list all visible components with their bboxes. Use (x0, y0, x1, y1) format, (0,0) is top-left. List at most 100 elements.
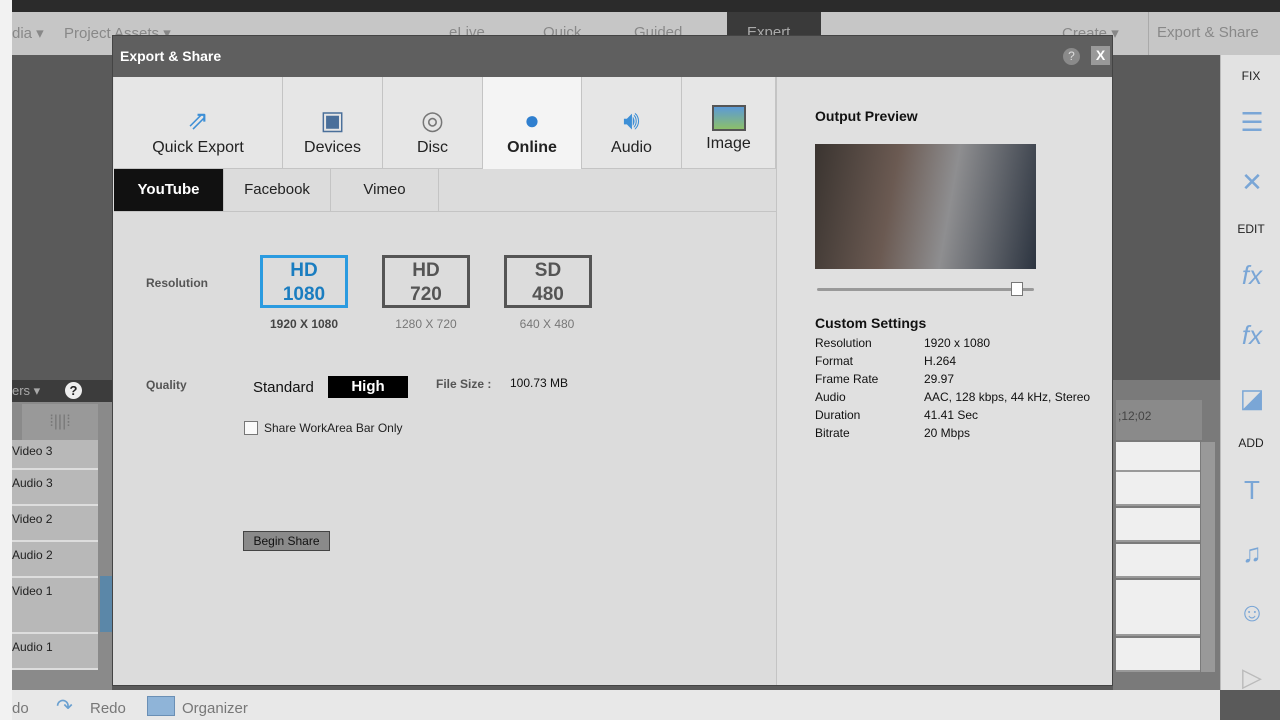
setting-value: 41.41 Sec (924, 408, 979, 422)
quality-high[interactable]: High (328, 376, 408, 398)
preview-video (815, 144, 1036, 269)
top-bar (0, 0, 1280, 12)
tab-disc[interactable]: ◎ Disc (383, 77, 483, 169)
quick-export-icon: ⇗ (187, 105, 209, 135)
setting-value: 1920 x 1080 (924, 336, 991, 350)
globe-icon: ● (524, 105, 540, 135)
tab-online[interactable]: ● Online (483, 77, 582, 169)
track-row (1116, 544, 1200, 578)
output-panel: Output Preview Custom Settings Resolutio… (776, 77, 1112, 685)
track-row (1116, 472, 1200, 506)
res-top: HD (412, 260, 440, 281)
track-audio-2[interactable]: Audio 2 (12, 542, 98, 578)
res-bottom: 1080 (282, 284, 326, 305)
res-top: HD (290, 260, 318, 281)
adjust-icon[interactable]: ☰ (1237, 107, 1267, 137)
track-video-1[interactable]: Video 1 (12, 578, 98, 634)
dialog-title: Export & Share (113, 36, 1112, 77)
help-icon[interactable]: ? (65, 382, 82, 399)
applied-effects-icon[interactable]: fx (1237, 320, 1267, 350)
setting-row: Bitrate 20 Mbps (815, 426, 970, 440)
vertical-scrollbar[interactable] (1201, 442, 1215, 672)
setting-value: AAC, 128 kbps, 44 kHz, Stereo (924, 390, 1091, 404)
track-row (1116, 442, 1200, 472)
timeline-tracks: ers ▾ ? ⁞|||⁞ Video 3 Audio 3 Video 2 Au… (12, 380, 112, 690)
res-bottom: 720 (410, 284, 442, 305)
resolution-sd480[interactable]: SD 480 (504, 255, 592, 308)
bottom-bar: do ↷ Redo Organizer (12, 690, 1220, 720)
undo-button[interactable]: do (12, 700, 29, 717)
edit-label: EDIT (1237, 222, 1265, 236)
scrubber-handle[interactable] (1010, 282, 1023, 296)
organizer-icon[interactable] (147, 696, 175, 716)
divider (439, 211, 776, 212)
timeline-menu[interactable]: ers ▾ (12, 383, 40, 398)
track-video-2[interactable]: Video 2 (12, 506, 98, 542)
timeline-right: ;12;02 (1113, 380, 1220, 690)
subtab-youtube[interactable]: YouTube (114, 169, 224, 212)
graphics-icon[interactable]: ☺ (1237, 597, 1267, 627)
resolution-label: Resolution (146, 276, 208, 290)
tab-audio[interactable]: 🔊︎ Audio (582, 77, 682, 169)
setting-key: Bitrate (815, 426, 850, 440)
setting-key: Frame Rate (815, 372, 879, 386)
workarea-label: Share WorkArea Bar Only (264, 421, 403, 435)
left-edge (0, 0, 12, 720)
track-audio-1[interactable]: Audio 1 (12, 634, 98, 670)
file-size-label: File Size : (436, 377, 492, 391)
timecode: ;12;02 (1116, 400, 1202, 440)
devices-icon: ▣ (320, 105, 345, 135)
quality-label: Quality (146, 378, 187, 392)
resolution-hd1080[interactable]: HD 1080 (260, 255, 348, 308)
track-row (1116, 508, 1200, 542)
quality-standard[interactable]: Standard (253, 379, 314, 396)
export-share-dialog: Export & Share ? X ⇗ Quick Export ▣ Device… (112, 35, 1113, 686)
redo-button[interactable]: Redo (90, 700, 126, 717)
output-preview-title: Output Preview (815, 108, 918, 124)
titles-icon[interactable]: T (1237, 475, 1267, 505)
tools-icon[interactable]: ✕ (1237, 167, 1267, 197)
subtab-vimeo[interactable]: Vimeo (331, 169, 439, 212)
tab-label: Online (507, 139, 557, 156)
export-share-button[interactable]: Export & Share (1148, 12, 1259, 55)
preview-scrubber[interactable] (817, 288, 1034, 291)
tab-label: Disc (416, 139, 449, 156)
setting-row: Resolution 1920 x 1080 (815, 336, 990, 350)
video-clip-thumbnail[interactable] (100, 576, 112, 632)
media-menu[interactable]: dia ▾ (12, 24, 44, 42)
setting-row: Format H.264 (815, 354, 956, 368)
image-icon (711, 105, 746, 131)
tab-label: Quick Export (152, 139, 244, 156)
tab-label: Devices (304, 139, 361, 156)
tab-image[interactable]: Image (682, 77, 776, 169)
fix-label: FIX (1241, 69, 1261, 83)
workarea-checkbox[interactable] (244, 421, 258, 435)
track-audio-3[interactable]: Audio 3 (12, 470, 98, 506)
tab-devices[interactable]: ▣ Devices (283, 77, 383, 169)
music-icon[interactable]: ♫ (1237, 538, 1267, 568)
tab-label: Audio (611, 139, 652, 156)
right-panel: FIX ☰ ✕ EDIT fx fx ◪ ADD T ♫ ☺ ▷ (1220, 55, 1280, 692)
res-dims: 640 X 480 (519, 317, 575, 331)
track-video-3[interactable]: Video 3 (12, 440, 98, 470)
disc-icon: ◎ (421, 105, 444, 135)
speaker-icon: 🔊︎ (623, 105, 640, 135)
help-button[interactable]: ? (1063, 48, 1080, 65)
track-row (1116, 580, 1200, 636)
subtab-facebook[interactable]: Facebook (224, 169, 331, 212)
begin-share-button[interactable]: Begin Share (243, 531, 330, 551)
setting-row: Duration 41.41 Sec (815, 408, 978, 422)
res-dims: 1280 X 720 (395, 317, 457, 331)
close-button[interactable]: X (1091, 46, 1110, 65)
play-icon[interactable]: ▷ (1237, 662, 1267, 692)
resolution-hd720[interactable]: HD 720 (382, 255, 470, 308)
effects-icon[interactable]: fx (1237, 260, 1267, 290)
organizer-button[interactable]: Organizer (182, 700, 248, 717)
res-bottom: 480 (532, 284, 564, 305)
add-label: ADD (1238, 436, 1264, 450)
redo-icon[interactable]: ↷ (56, 694, 73, 719)
tab-quick-export[interactable]: ⇗ Quick Export (114, 77, 283, 169)
setting-value: H.264 (924, 354, 957, 368)
audio-waveform-icon: ⁞|||⁞ (22, 404, 98, 440)
transitions-icon[interactable]: ◪ (1237, 383, 1267, 413)
